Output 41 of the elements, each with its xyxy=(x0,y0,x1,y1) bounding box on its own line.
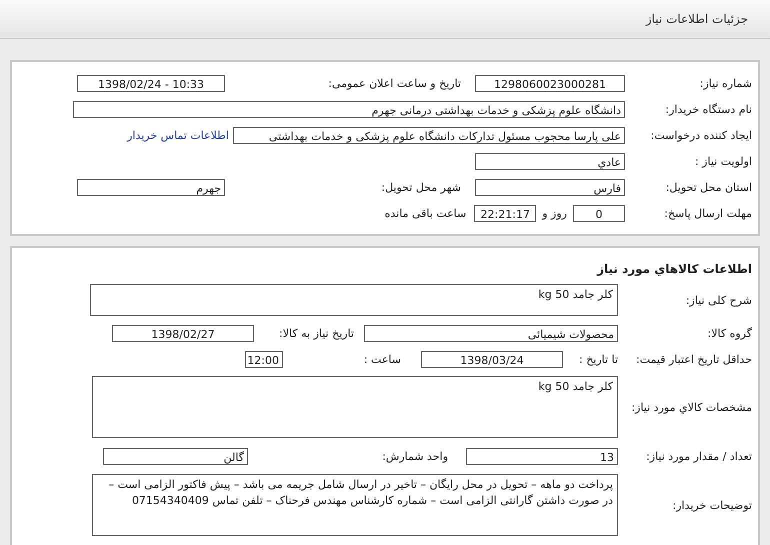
announce-date-field: 1398/02/24 - 10:33 xyxy=(77,74,225,92)
page-title: جزئیات اطلاعات نیاز xyxy=(646,12,748,26)
summary-field: کلر جامد 50 kg xyxy=(90,284,618,316)
validity-time-field: 12:00 xyxy=(245,350,283,368)
notes-field: پرداخت دو ماهه – تحویل در محل رایگان – تاخیر در ارسال شامل جریمه می باشد – پیش فاکتور الزامی است – در صورت داشتن گارانتی الزامی است – شماره کارشناس مهندس فرحناک – تلفن تماس 07154340409 xyxy=(92,474,618,536)
need-number-field: 1298060023000281 xyxy=(475,74,625,92)
days-text: روز و xyxy=(542,206,567,220)
field-label: گروه کالا: xyxy=(706,326,752,340)
field-label: ساعت : xyxy=(362,352,401,366)
field-label: تا تاریخ : xyxy=(578,352,618,366)
field-label: اولویت نیاز : xyxy=(694,154,752,168)
field-label: حداقل تاریخ اعتبار قیمت: xyxy=(635,352,752,366)
time-remaining-field: 22:21:17 xyxy=(474,204,536,222)
field-label: مشخصات کالاي مورد نیاز: xyxy=(630,400,752,414)
field-label: تاریخ نیاز به کالا: xyxy=(278,326,354,340)
field-label: شهر محل تحویل: xyxy=(380,180,461,194)
unit-field: گالن xyxy=(103,448,248,464)
city-field: جهرم xyxy=(77,178,225,196)
group-field: محصولات شیمیائی xyxy=(364,324,618,342)
creator-field: علی پارسا محجوب مسئول تدارکات دانشگاه علوم پزشکی و خدمات بهداشتی xyxy=(233,126,625,144)
time-remaining-text: ساعت باقی مانده xyxy=(384,206,466,220)
field-label: واحد شمارش: xyxy=(381,450,448,462)
field-label: مهلت ارسال پاسخ: xyxy=(663,206,752,220)
field-label: تعداد / مقدار مورد نیاز: xyxy=(645,450,752,462)
buyer-field: دانشگاه علوم پزشکی و خدمات بهداشتی درمانی جهرم xyxy=(73,100,625,118)
field-label: توضیحات خریدار: xyxy=(672,498,752,512)
quantity-field: 13 xyxy=(466,448,618,464)
field-label: ایجاد کننده درخواست: xyxy=(650,128,752,142)
section-title: اطلاعات كالاهاي مورد نياز xyxy=(596,261,753,278)
need-date-field: 1398/02/27 xyxy=(112,324,254,342)
field-label: نام دستگاه خریدار: xyxy=(664,102,752,116)
field-label: شماره نیاز: xyxy=(698,76,752,90)
field-label: تاریخ و ساعت اعلان عمومی: xyxy=(327,76,461,90)
validity-date-field: 1398/03/24 xyxy=(421,350,563,368)
field-label: استان محل تحویل: xyxy=(664,180,752,194)
priority-field: عادي xyxy=(475,152,625,170)
province-field: فارس xyxy=(475,178,625,196)
days-field: 0 xyxy=(573,204,625,222)
buyer-contact-link[interactable]: اطلاعات تماس خریدار xyxy=(127,128,229,142)
specs-field: کلر جامد 50 kg xyxy=(92,376,618,438)
field-label: شرح کلی نیاز: xyxy=(684,294,752,306)
